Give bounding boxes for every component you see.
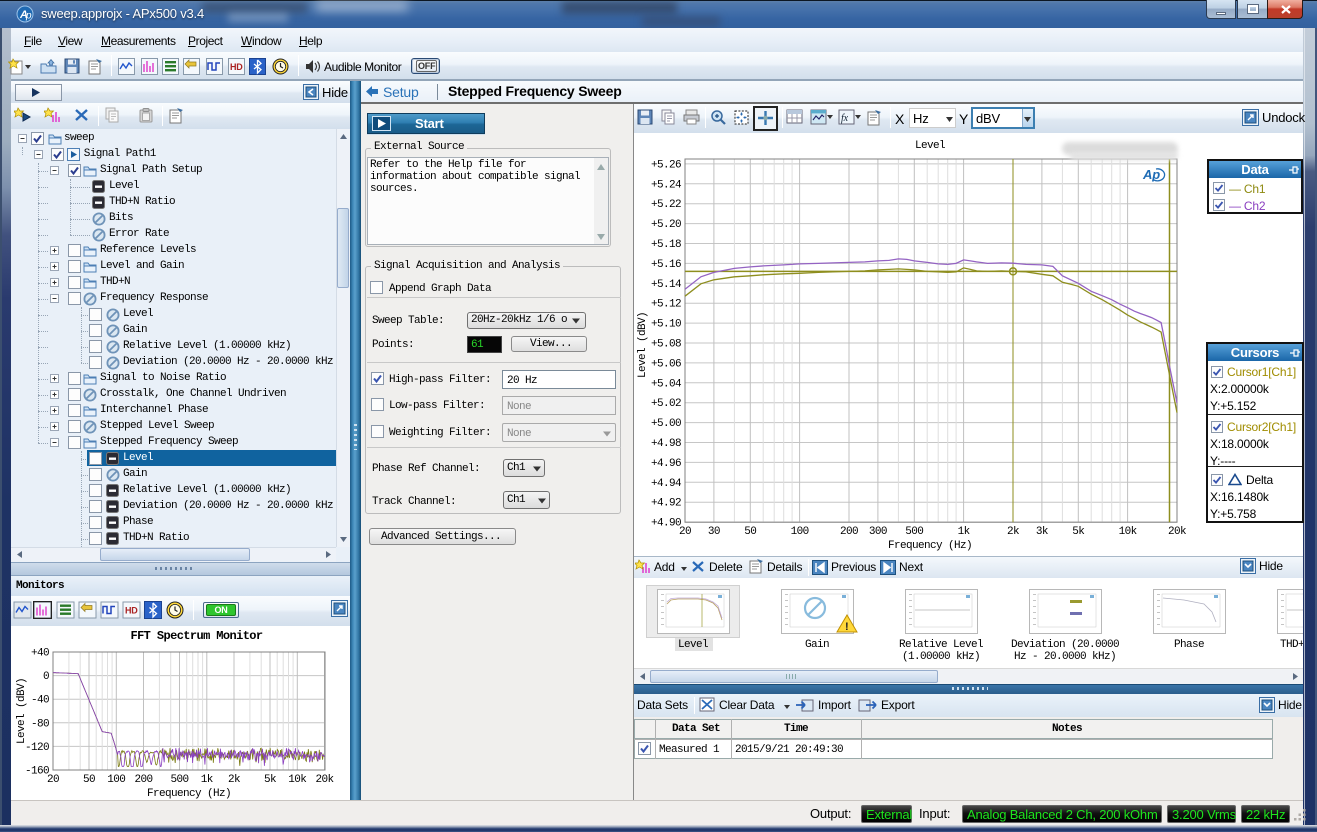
- svg-text:-40: -40: [31, 695, 49, 707]
- svg-text:+5.22: +5.22: [651, 199, 681, 211]
- svg-text:+4.90: +4.90: [651, 518, 681, 530]
- svg-text:HD: HD: [125, 606, 138, 616]
- svg-text:-160: -160: [25, 766, 49, 778]
- svg-text:5k: 5k: [264, 774, 277, 786]
- svg-text:10k: 10k: [1119, 526, 1138, 538]
- svg-text:HD: HD: [230, 62, 243, 72]
- svg-text:+4.98: +4.98: [651, 438, 681, 450]
- svg-text:20: 20: [47, 774, 59, 786]
- svg-text:+40: +40: [31, 648, 49, 660]
- svg-text:30: 30: [708, 526, 720, 538]
- svg-text:500: 500: [170, 774, 188, 786]
- svg-text:10k: 10k: [288, 774, 307, 786]
- svg-text:+5.02: +5.02: [651, 398, 681, 410]
- svg-text:5k: 5k: [1072, 526, 1085, 538]
- svg-text:+4.92: +4.92: [651, 498, 681, 510]
- svg-text:100: 100: [107, 774, 125, 786]
- svg-text:Level: Level: [915, 140, 945, 152]
- svg-text:20: 20: [679, 526, 691, 538]
- svg-text:100: 100: [791, 526, 809, 538]
- svg-text:+5.10: +5.10: [651, 319, 681, 331]
- svg-text:200: 200: [840, 526, 858, 538]
- svg-text:+5.12: +5.12: [651, 299, 681, 311]
- svg-text:2k: 2k: [1007, 526, 1020, 538]
- svg-text:500: 500: [905, 526, 923, 538]
- svg-text:!: !: [845, 621, 848, 633]
- svg-text:2k: 2k: [228, 774, 241, 786]
- svg-text:+5.20: +5.20: [651, 219, 681, 231]
- svg-text:+5.26: +5.26: [651, 159, 681, 171]
- svg-text:+5.16: +5.16: [651, 259, 681, 271]
- svg-text:fx: fx: [841, 113, 849, 124]
- svg-text:+5.04: +5.04: [651, 378, 682, 390]
- svg-text:-120: -120: [25, 742, 49, 754]
- svg-text:-80: -80: [31, 718, 49, 730]
- svg-text:50: 50: [83, 774, 95, 786]
- svg-text:+4.96: +4.96: [651, 458, 681, 470]
- svg-text:+5.08: +5.08: [651, 339, 681, 351]
- svg-text:Level (dBV): Level (dBV): [637, 312, 649, 378]
- svg-text:+5.06: +5.06: [651, 358, 681, 370]
- svg-text:200: 200: [134, 774, 152, 786]
- svg-text:+5.18: +5.18: [651, 239, 681, 251]
- svg-text:Level (dBV): Level (dBV): [16, 678, 28, 744]
- svg-text:20k: 20k: [315, 774, 334, 786]
- svg-text:Frequency (Hz): Frequency (Hz): [888, 540, 972, 552]
- svg-text:+5.24: +5.24: [651, 179, 682, 191]
- svg-text:300: 300: [869, 526, 887, 538]
- svg-text:+5.00: +5.00: [651, 418, 681, 430]
- svg-text:0: 0: [43, 671, 49, 683]
- svg-text:3k: 3k: [1036, 526, 1049, 538]
- svg-text:1k: 1k: [958, 526, 971, 538]
- svg-text:Frequency (Hz): Frequency (Hz): [147, 788, 231, 800]
- svg-text:+5.14: +5.14: [651, 279, 682, 291]
- svg-text:20k: 20k: [1168, 526, 1187, 538]
- svg-text:50: 50: [744, 526, 756, 538]
- svg-text:+4.94: +4.94: [651, 478, 682, 490]
- svg-text:1k: 1k: [201, 774, 214, 786]
- svg-text:p: p: [25, 11, 32, 22]
